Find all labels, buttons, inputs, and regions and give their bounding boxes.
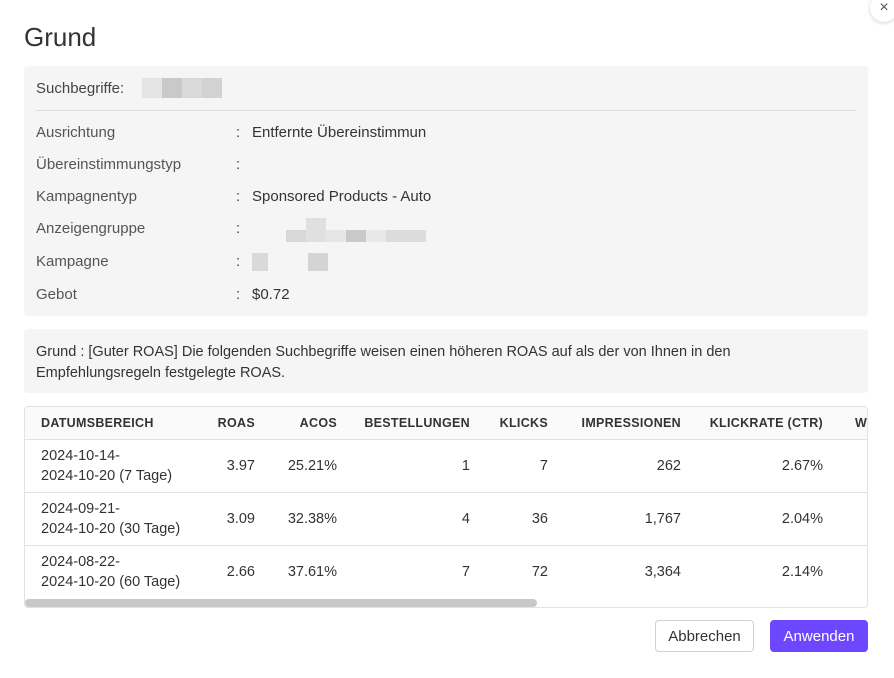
detail-row-campaign-type: Kampagnentyp : Sponsored Products - Auto <box>36 188 836 205</box>
date-range-end: 2024-10-20 (30 Tage) <box>41 521 181 537</box>
details-panel: Suchbegriffe: Ausrichtung : Entfernte Üb… <box>24 66 868 316</box>
column-header-impressions[interactable]: IMPRESSIONEN <box>564 407 697 440</box>
detail-separator: : <box>236 220 241 237</box>
cell-acos: 25.21% <box>271 439 353 493</box>
cell-orders: 7 <box>461 564 470 580</box>
cell-truncated <box>839 492 867 546</box>
date-range-start: 2024-08-22- <box>41 554 120 570</box>
cell-ctr: 2.67% <box>697 439 839 493</box>
cell-acos: 37.61% <box>287 564 337 580</box>
cell-orders: 4 <box>353 492 486 546</box>
apply-button[interactable]: Anwenden <box>770 620 868 652</box>
reason-panel: Grund : [Guter ROAS] Die folgenden Suchb… <box>24 329 868 393</box>
column-header-truncated[interactable]: W <box>839 407 867 440</box>
column-header-clicks[interactable]: KLICKS <box>486 407 564 440</box>
detail-label: Gebot <box>36 286 77 303</box>
detail-separator: : <box>236 156 241 173</box>
detail-separator: : <box>236 286 241 303</box>
metrics-table-container: DATUMSBEREICH ROAS ACOS BESTELLUNGEN KLI… <box>24 406 868 608</box>
cell-date-range: 2024-10-14- 2024-10-20 (7 Tage) <box>25 439 203 493</box>
cell-date-range: 2024-08-22- 2024-10-20 (60 Tage) <box>25 546 203 599</box>
close-icon[interactable]: × <box>870 0 894 22</box>
date-range-start: 2024-10-14- <box>41 448 120 464</box>
reason-text-line: Empfehlungsregeln festgelegte ROAS. <box>36 365 286 381</box>
divider <box>36 110 856 111</box>
cell-ctr: 2.14% <box>781 564 823 580</box>
detail-value: $0.72 <box>252 286 290 303</box>
cell-impressions: 3,364 <box>644 564 681 580</box>
reason-text-line: Grund : [Guter ROAS] Die folgenden Suchb… <box>36 344 731 360</box>
detail-separator: : <box>236 253 241 270</box>
detail-label: Kampagne <box>36 253 109 270</box>
cell-clicks: 72 <box>531 564 548 580</box>
horizontal-scrollbar[interactable] <box>25 599 537 607</box>
table-header-row: DATUMSBEREICH ROAS ACOS BESTELLUNGEN KLI… <box>25 407 867 440</box>
cell-impressions: 1,767 <box>564 492 697 546</box>
table-row: 2024-08-22- 2024-10-20 (60 Tage) 2.66 37… <box>25 546 867 599</box>
cell-roas: 3.97 <box>203 439 271 493</box>
cell-ctr: 2.04% <box>697 492 839 546</box>
cell-clicks: 7 <box>486 439 564 493</box>
detail-label: Übereinstimmungstyp <box>36 156 182 173</box>
cell-truncated <box>839 546 867 599</box>
redacted-search-term <box>142 78 223 98</box>
detail-row-match-type: Übereinstimmungstyp : <box>36 156 836 173</box>
cancel-button[interactable]: Abbrechen <box>655 620 754 652</box>
detail-label: Anzeigengruppe <box>36 220 146 237</box>
detail-label: Kampagnentyp <box>36 188 137 205</box>
search-terms-row: Suchbegriffe: <box>36 78 223 98</box>
column-header-date-range[interactable]: DATUMSBEREICH <box>25 407 203 440</box>
cell-roas: 2.66 <box>226 564 255 580</box>
detail-row-campaign: Kampagne : <box>36 253 836 271</box>
cell-truncated <box>839 439 867 493</box>
date-range-end: 2024-10-20 (7 Tage) <box>41 468 173 484</box>
table-row: 2024-09-21- 2024-10-20 (30 Tage) 3.09 32… <box>25 492 867 546</box>
search-terms-label: Suchbegriffe: <box>36 79 125 97</box>
detail-label: Ausrichtung <box>36 124 116 141</box>
redacted-campaign <box>252 253 328 271</box>
redacted-ad-group <box>252 218 426 242</box>
column-header-roas[interactable]: ROAS <box>203 407 271 440</box>
cell-impressions: 262 <box>564 439 697 493</box>
detail-value: Entfernte Übereinstimmun <box>252 124 427 141</box>
dialog-title: Grund <box>24 22 97 52</box>
metrics-table: DATUMSBEREICH ROAS ACOS BESTELLUNGEN KLI… <box>25 407 867 599</box>
detail-row-bid: Gebot : $0.72 <box>36 286 836 303</box>
cell-date-range: 2024-09-21- 2024-10-20 (30 Tage) <box>25 492 203 546</box>
column-header-orders[interactable]: BESTELLUNGEN <box>353 407 486 440</box>
detail-row-ausrichtung: Ausrichtung : Entfernte Übereinstimmun <box>36 124 836 141</box>
detail-row-ad-group: Anzeigengruppe : <box>36 218 836 244</box>
detail-value: Sponsored Products - Auto <box>252 188 432 205</box>
date-range-end: 2024-10-20 (60 Tage) <box>41 574 181 590</box>
cell-acos: 32.38% <box>271 492 353 546</box>
date-range-start: 2024-09-21- <box>41 501 120 517</box>
table-row: 2024-10-14- 2024-10-20 (7 Tage) 3.97 25.… <box>25 439 867 493</box>
cell-orders: 1 <box>353 439 486 493</box>
detail-separator: : <box>236 124 241 141</box>
column-header-acos[interactable]: ACOS <box>271 407 353 440</box>
detail-separator: : <box>236 188 241 205</box>
cell-clicks: 36 <box>486 492 564 546</box>
cell-roas: 3.09 <box>203 492 271 546</box>
column-header-ctr[interactable]: KLICKRATE (CTR) <box>697 407 839 440</box>
